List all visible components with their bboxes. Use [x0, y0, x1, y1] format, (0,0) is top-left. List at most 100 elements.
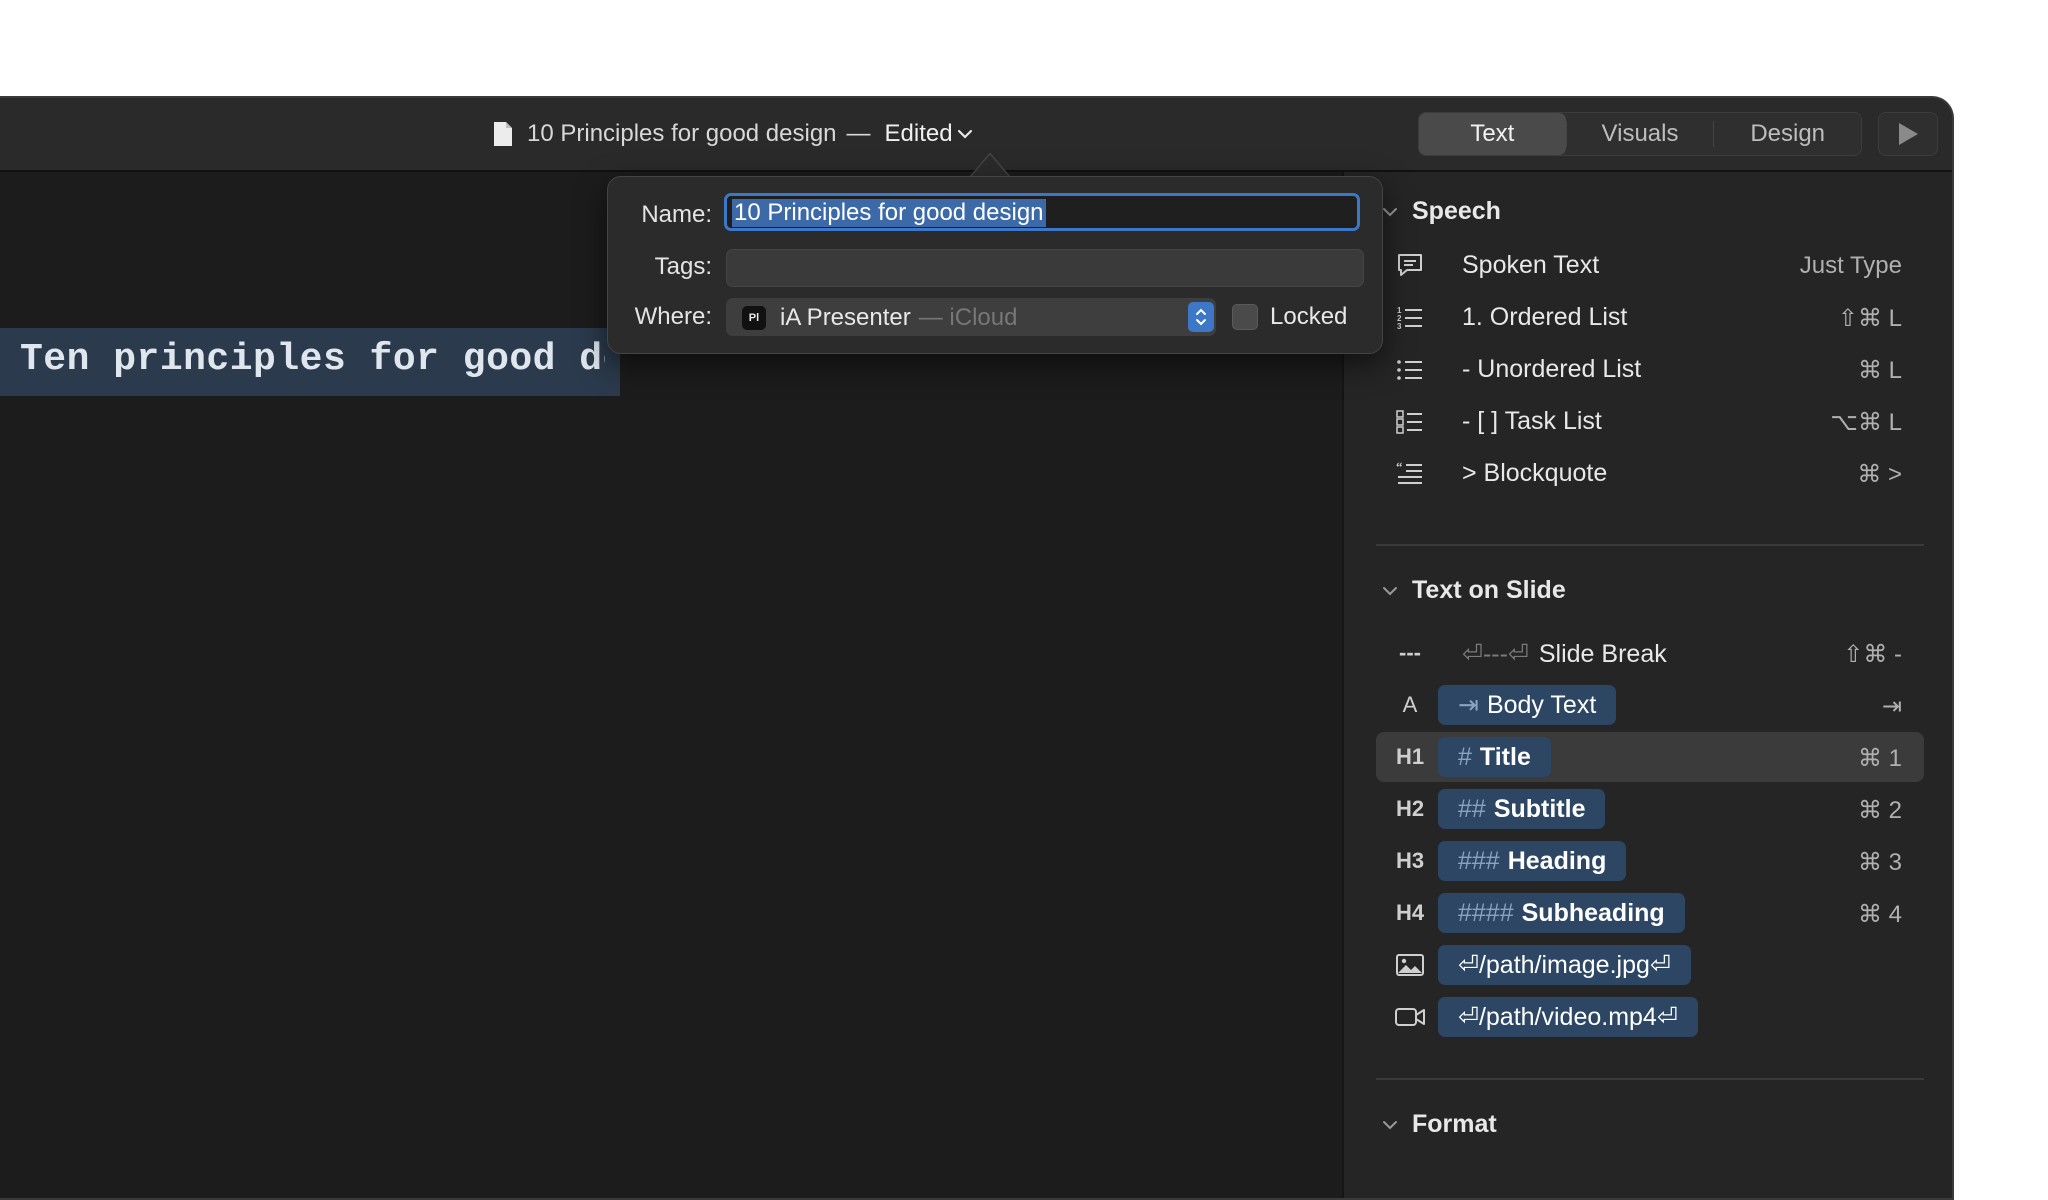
row-label: Subtitle — [1493, 794, 1586, 823]
markup-hint: ## — [1458, 794, 1486, 823]
tab-visuals[interactable]: Visuals — [1567, 113, 1714, 155]
row-label: Subheading — [1521, 898, 1665, 927]
section-divider — [1376, 544, 1924, 546]
play-button[interactable] — [1878, 112, 1938, 156]
name-field[interactable]: 10 Principles for good design — [724, 193, 1360, 231]
blockquote-icon: “ — [1394, 458, 1426, 488]
document-icon — [494, 122, 512, 146]
markdown-reference-sidebar: Speech Spoken Text Just Type 1 2 3 1. Or… — [1342, 172, 1952, 1198]
where-select-value: iA Presenter — iCloud — [780, 304, 1017, 332]
mode-segmented-control: Text Visuals Design — [1418, 112, 1862, 156]
row-shortcut: ⌘ 1 — [1857, 745, 1902, 772]
row-label: - Unordered List — [1462, 355, 1642, 383]
row-shortcut: ⇥ — [1881, 693, 1902, 720]
unordered-list-icon — [1394, 354, 1426, 384]
where-select[interactable]: Pl iA Presenter — iCloud — [726, 298, 1216, 336]
row-label: 1. Ordered List — [1462, 303, 1628, 331]
row-shortcut: ⌥⌘ L — [1830, 409, 1902, 436]
chevron-down-icon — [1383, 207, 1397, 216]
image-icon — [1394, 950, 1426, 980]
name-label: Name: — [641, 201, 712, 228]
section-speech-header[interactable]: Speech — [1382, 197, 1501, 226]
play-icon — [1899, 123, 1918, 145]
slide-item-image[interactable]: ⏎/path/image.jpg⏎ — [1376, 940, 1924, 990]
section-text-on-slide-title: Text on Slide — [1412, 576, 1566, 604]
row-label: Slide Break — [1538, 640, 1667, 668]
markup-hint: # — [1458, 742, 1472, 771]
tags-field[interactable] — [726, 249, 1364, 287]
edited-status: Edited — [884, 120, 953, 147]
h4-icon: H4 — [1395, 900, 1425, 925]
speech-item-spoken-text[interactable]: Spoken Text Just Type — [1376, 240, 1924, 290]
name-field-value: 10 Principles for good design — [732, 199, 1046, 227]
video-icon — [1394, 1002, 1426, 1032]
markup-hint: #### — [1458, 898, 1514, 927]
speech-item-ordered-list[interactable]: 1 2 3 1. Ordered List ⇧⌘ L — [1376, 292, 1924, 342]
speech-bubble-icon — [1394, 250, 1426, 280]
slide-item-body-text[interactable]: A ⇥ Body Text ⇥ — [1376, 680, 1924, 730]
tab-text[interactable]: Text — [1419, 113, 1566, 155]
row-shortcut: ⌘ L — [1857, 357, 1902, 384]
ia-presenter-app-icon: Pl — [742, 306, 766, 330]
section-text-on-slide-header[interactable]: Text on Slide — [1382, 576, 1566, 605]
speech-item-unordered-list[interactable]: - Unordered List ⌘ L — [1376, 344, 1924, 394]
row-label: Body Text — [1486, 690, 1597, 719]
section-format-header[interactable]: Format — [1382, 1110, 1497, 1139]
document-name: 10 Principles for good design — [527, 120, 837, 147]
where-app-name: iA Presenter — [780, 304, 911, 331]
markdown-pill: ⏎/path/video.mp4⏎ — [1438, 997, 1698, 1037]
slide-item-title[interactable]: H1 # Title ⌘ 1 — [1376, 732, 1924, 782]
document-title[interactable]: 10 Principles for good design — Edited — [493, 118, 973, 150]
row-shortcut: ⇧⌘ - — [1843, 641, 1902, 668]
slide-break-icon: --- — [1399, 640, 1421, 665]
markdown-pill: ### Heading — [1438, 841, 1627, 881]
row-label-group: ⏎---⏎ Slide Break — [1462, 639, 1667, 669]
svg-text:“: “ — [1396, 460, 1403, 474]
slide-item-video[interactable]: ⏎/path/video.mp4⏎ — [1376, 992, 1924, 1042]
speech-item-blockquote[interactable]: “ > Blockquote ⌘ > — [1376, 448, 1924, 498]
markdown-pill: ## Subtitle — [1438, 789, 1606, 829]
svg-text:3: 3 — [1397, 322, 1402, 330]
editor-line-text[interactable]: Ten principles for good design — [20, 338, 605, 381]
slide-item-heading[interactable]: H3 ### Heading ⌘ 3 — [1376, 836, 1924, 886]
row-shortcut: ⌘ 4 — [1857, 901, 1902, 928]
slide-item-subtitle[interactable]: H2 ## Subtitle ⌘ 2 — [1376, 784, 1924, 834]
where-location: — iCloud — [918, 304, 1018, 331]
title-separator: — — [846, 120, 871, 147]
h2-icon: H2 — [1395, 796, 1425, 821]
chevron-down-icon — [1383, 586, 1397, 595]
select-stepper-icon — [1188, 302, 1214, 332]
markdown-pill: #### Subheading — [1438, 893, 1685, 933]
document-info-popover: Name: 10 Principles for good design Tags… — [607, 176, 1383, 354]
markdown-pill: ⇥ Body Text — [1438, 685, 1617, 725]
section-speech-title: Speech — [1412, 197, 1501, 225]
tags-label: Tags: — [654, 253, 712, 280]
chevron-down-icon — [1383, 1120, 1397, 1129]
h1-icon: H1 — [1395, 744, 1425, 769]
locked-checkbox[interactable] — [1232, 304, 1258, 330]
tab-design[interactable]: Design — [1714, 113, 1861, 155]
row-shortcut: ⌘ 3 — [1857, 849, 1902, 876]
markup-hint: ⇥ — [1458, 691, 1479, 719]
task-list-icon — [1394, 406, 1426, 436]
row-shortcut: ⇧⌘ L — [1837, 305, 1902, 332]
row-label: Heading — [1507, 846, 1607, 875]
row-shortcut: ⌘ > — [1857, 461, 1902, 488]
row-label: Title — [1479, 742, 1531, 771]
row-label: Spoken Text — [1462, 251, 1600, 279]
section-divider — [1376, 1078, 1924, 1080]
row-label: - [ ] Task List — [1462, 407, 1602, 435]
slide-item-slide-break[interactable]: --- ⏎---⏎ Slide Break ⇧⌘ - — [1376, 628, 1924, 678]
markdown-pill: ⏎/path/image.jpg⏎ — [1438, 945, 1691, 985]
markup-hint: ⏎---⏎ — [1462, 640, 1529, 668]
row-shortcut: ⌘ 2 — [1857, 797, 1902, 824]
markdown-pill: # Title — [1438, 737, 1551, 777]
locked-label: Locked — [1270, 303, 1348, 330]
row-label: > Blockquote — [1462, 459, 1608, 487]
slide-item-subheading[interactable]: H4 #### Subheading ⌘ 4 — [1376, 888, 1924, 938]
speech-item-task-list[interactable]: - [ ] Task List ⌥⌘ L — [1376, 396, 1924, 446]
row-shortcut: Just Type — [1799, 252, 1902, 279]
popover-arrow — [970, 152, 1010, 178]
h3-icon: H3 — [1395, 848, 1425, 873]
section-format-title: Format — [1412, 1110, 1497, 1138]
